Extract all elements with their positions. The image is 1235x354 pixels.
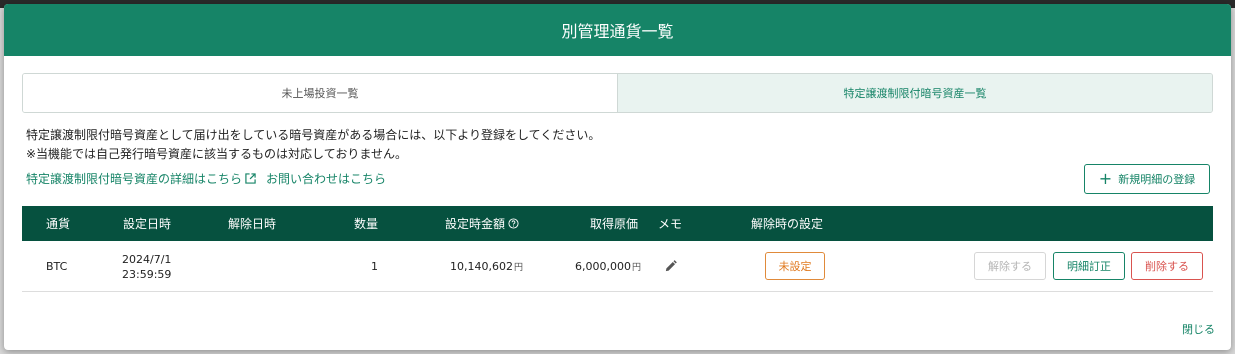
add-entry-label: 新規明細の登録: [1118, 173, 1196, 186]
col-cost: 取得原価: [590, 217, 639, 231]
cell-set-date-time: 23:59:59: [122, 267, 172, 281]
tab-restricted-crypto[interactable]: 特定譲渡制限付暗号資産一覧: [617, 74, 1212, 112]
col-set-amount: 設定時金額: [445, 206, 519, 241]
tab-bar: 未上場投資一覧 特定譲渡制限付暗号資産一覧: [22, 73, 1213, 113]
help-circle-icon[interactable]: [508, 218, 519, 229]
col-release-date: 解除日時: [228, 217, 277, 231]
currency-list-modal: 別管理通貨一覧 未上場投資一覧 特定譲渡制限付暗号資産一覧 特定譲渡制限付暗号資…: [4, 4, 1231, 350]
release-button[interactable]: 解除する: [974, 252, 1046, 280]
cell-set-date-day: 2024/7/1: [122, 252, 172, 266]
col-memo: メモ: [658, 217, 683, 231]
description-line-2: ※当機能では自己発行暗号資産に該当するものは対応しておりません。: [26, 147, 407, 161]
close-button[interactable]: 閉じる: [1182, 321, 1215, 337]
col-set-amount-label: 設定時金額: [445, 217, 506, 231]
col-quantity: 数量: [354, 217, 379, 231]
table-header: 通貨 設定日時 解除日時 数量 設定時金額 取得原価 メモ 解除時の設定: [22, 206, 1213, 241]
add-entry-button[interactable]: + 新規明細の登録: [1084, 164, 1210, 194]
yen-unit: 円: [631, 263, 641, 273]
table-row: BTC 2024/7/1 23:59:59 1 10,140,602 円 6,00…: [22, 241, 1213, 292]
cell-set-amount-value: 10,140,602: [450, 260, 513, 273]
cell-set-date: 2024/7/1 23:59:59: [122, 241, 171, 292]
correct-entry-button[interactable]: 明細訂正: [1053, 252, 1125, 280]
col-set-date: 設定日時: [123, 217, 172, 231]
cell-currency: BTC: [46, 260, 68, 273]
tab-unlisted-investments[interactable]: 未上場投資一覧: [23, 74, 617, 112]
description-line-1: 特定譲渡制限付暗号資産として届け出をしている暗号資産がある場合には、以下より登録…: [26, 128, 601, 142]
col-currency: 通貨: [46, 217, 71, 231]
cell-quantity: 1: [371, 260, 378, 273]
cell-cost: 6,000,000 円: [575, 241, 641, 292]
cell-set-amount: 10,140,602 円: [450, 241, 523, 292]
yen-unit: 円: [513, 263, 523, 273]
delete-button[interactable]: 削除する: [1131, 252, 1203, 280]
edit-memo-icon[interactable]: [664, 260, 677, 273]
release-setting-button[interactable]: 未設定: [765, 252, 825, 280]
details-link[interactable]: 特定譲渡制限付暗号資産の詳細はこちら: [26, 170, 256, 187]
details-link-label: 特定譲渡制限付暗号資産の詳細はこちら: [26, 172, 243, 186]
modal-header: 別管理通貨一覧: [4, 4, 1231, 56]
external-link-icon: [245, 173, 256, 184]
contact-link[interactable]: お問い合わせはこちら: [266, 170, 386, 187]
modal-title: 別管理通貨一覧: [561, 22, 674, 41]
plus-icon: +: [1098, 169, 1113, 188]
col-release-setting: 解除時の設定: [751, 217, 824, 231]
cell-cost-value: 6,000,000: [575, 260, 631, 273]
description: 特定譲渡制限付暗号資産として届け出をしている暗号資産がある場合には、以下より登録…: [26, 126, 600, 164]
help-links: 特定譲渡制限付暗号資産の詳細はこちら お問い合わせはこちら: [26, 170, 386, 187]
